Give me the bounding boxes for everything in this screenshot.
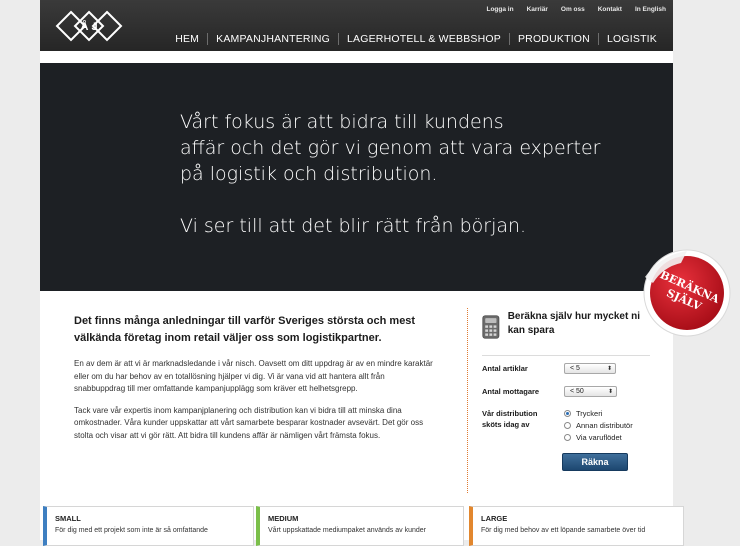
package-description: För dig med ett projekt som inte är så o…	[55, 527, 208, 534]
logo-diamonds-icon: Å J	[55, 10, 123, 42]
top-links: Logga in Karriär Om oss Kontakt In Engli…	[486, 6, 666, 13]
nav-item-kampanjhantering[interactable]: KAMPANJHANTERING	[208, 33, 338, 45]
logo-text: Å J	[80, 20, 97, 33]
radio-empty-icon	[564, 421, 571, 429]
hero-line: Vårt fokus är att bidra till kundens	[180, 111, 504, 133]
calculator-divider	[482, 355, 650, 356]
login-link[interactable]: Logga in	[486, 6, 513, 13]
package-card-small[interactable]: SMALL För dig med ett projekt som inte ä…	[43, 506, 254, 546]
package-card-medium[interactable]: MEDIUM Vårt uppskattade mediumpaket anvä…	[256, 506, 464, 546]
hero-line: affär och det gör vi genom att vara expe…	[180, 137, 601, 159]
calculator-title: Beräkna själv hur mycket ni kan spara	[507, 311, 640, 336]
recipients-label: Antal mottagare	[482, 387, 540, 396]
package-description: Vårt uppskattade mediumpaket används av …	[268, 527, 426, 534]
package-description: För dig med behov av ett löpande samarbe…	[481, 527, 646, 534]
nav-item-logistik[interactable]: LOGISTIK	[599, 33, 665, 45]
contact-link[interactable]: Kontakt	[598, 6, 622, 13]
savings-calculator: Beräkna själv hur mycket ni kan spara An…	[482, 310, 654, 471]
site-header: Å J Logga in Karriär Om oss Kontakt In E…	[40, 0, 673, 51]
recipients-select[interactable]: < 50 ⬍	[564, 386, 617, 397]
nav-item-lagerhotell[interactable]: LAGERHOTELL & WEBBSHOP	[339, 33, 509, 45]
intro-section: Det finns många anledningar till varför …	[74, 313, 434, 451]
radio-empty-icon	[564, 433, 571, 441]
calculate-sticker[interactable]: Beräkna själv	[641, 247, 733, 339]
articles-row: Antal artiklar	[482, 364, 528, 373]
articles-value: < 5	[570, 365, 580, 372]
calculator-header: Beräkna själv hur mycket ni kan spara	[482, 310, 654, 342]
intro-paragraph: Tack vare vår expertis inom kampanjplane…	[74, 405, 424, 440]
select-arrow-icon: ⬍	[606, 366, 612, 372]
english-link[interactable]: In English	[635, 6, 666, 13]
radio-label: Via varuflödet	[576, 432, 622, 442]
sticker-badge-icon: Beräkna själv	[643, 249, 731, 337]
distribution-label: Vår distribution sköts idag av	[482, 409, 538, 429]
company-logo[interactable]: Å J	[55, 10, 123, 42]
radio-via-varuflodet[interactable]: Via varuflödet	[564, 431, 633, 443]
package-title: SMALL	[55, 514, 81, 523]
intro-heading: Det finns många anledningar till varför …	[74, 315, 416, 344]
radio-label: Annan distributör	[576, 420, 633, 430]
radio-tryckeri[interactable]: Tryckeri	[564, 407, 633, 419]
radio-selected-icon	[564, 409, 571, 417]
package-card-large[interactable]: LARGE För dig med behov av ett löpande s…	[469, 506, 684, 546]
about-link[interactable]: Om oss	[561, 6, 585, 13]
package-title: LARGE	[481, 514, 508, 523]
articles-select[interactable]: < 5 ⬍	[564, 363, 616, 374]
hero-banner: Vårt fokus är att bidra till kundens aff…	[40, 63, 673, 291]
career-link[interactable]: Karriär	[527, 6, 548, 13]
nav-item-produktion[interactable]: PRODUKTION	[510, 33, 598, 45]
nav-item-hem[interactable]: HEM	[167, 33, 207, 45]
select-arrow-icon: ⬍	[607, 389, 613, 395]
distribution-options: Tryckeri Annan distributör Via varuflöde…	[564, 407, 633, 443]
articles-label: Antal artiklar	[482, 364, 528, 373]
main-nav: HEM KAMPANJHANTERING LAGERHOTELL & WEBBS…	[167, 33, 665, 45]
column-divider	[467, 308, 468, 493]
radio-annan-distributor[interactable]: Annan distributör	[564, 419, 633, 431]
radio-label: Tryckeri	[576, 408, 603, 418]
calculate-button[interactable]: Räkna	[562, 453, 628, 471]
hero-text: Vårt fokus är att bidra till kundens aff…	[180, 109, 620, 239]
intro-paragraph: En av dem är att vi är marknadsledande i…	[74, 359, 433, 393]
recipients-row: Antal mottagare	[482, 387, 539, 396]
hero-line: Vi ser till att det blir rätt från börja…	[180, 215, 527, 237]
recipients-value: < 50	[570, 388, 584, 395]
hero-line: på logistik och distribution.	[180, 163, 438, 185]
package-title: MEDIUM	[268, 514, 299, 523]
calculator-icon	[482, 315, 500, 339]
